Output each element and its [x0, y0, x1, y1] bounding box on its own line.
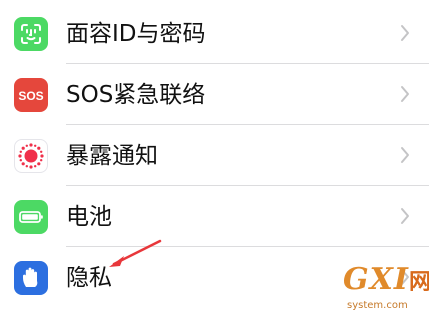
settings-row-label: SOS紧急联络	[66, 82, 206, 108]
settings-row-face-id[interactable]: 面容ID与密码	[0, 3, 429, 64]
sos-icon-text: SOS	[18, 89, 43, 103]
settings-row-battery[interactable]: 电池	[0, 186, 429, 247]
settings-row-label: 面容ID与密码	[66, 21, 206, 47]
settings-screen: 面容ID与密码 SOS SOS紧急联络 暴露通知 电池 隐私 GXI网 syst…	[0, 0, 429, 318]
hand-privacy-icon	[14, 261, 48, 295]
watermark-logo: GXI网	[343, 262, 429, 297]
chevron-right-icon	[400, 146, 410, 164]
sos-icon: SOS	[14, 78, 48, 112]
chevron-right-icon	[400, 207, 410, 225]
settings-row-exposure-notifications[interactable]: 暴露通知	[0, 125, 429, 186]
settings-row-label: 暴露通知	[66, 143, 158, 169]
chevron-right-icon	[400, 85, 410, 103]
site-watermark: GXI网 system.com	[343, 262, 429, 316]
settings-row-label: 电池	[66, 204, 112, 230]
settings-row-emergency-sos[interactable]: SOS SOS紧急联络	[0, 64, 429, 125]
red-arrow-annotation	[100, 236, 170, 276]
watermark-domain: system.com	[347, 300, 408, 311]
chevron-right-icon	[400, 24, 410, 42]
battery-icon	[14, 200, 48, 234]
face-id-icon	[14, 17, 48, 51]
exposure-notification-icon	[14, 139, 48, 173]
